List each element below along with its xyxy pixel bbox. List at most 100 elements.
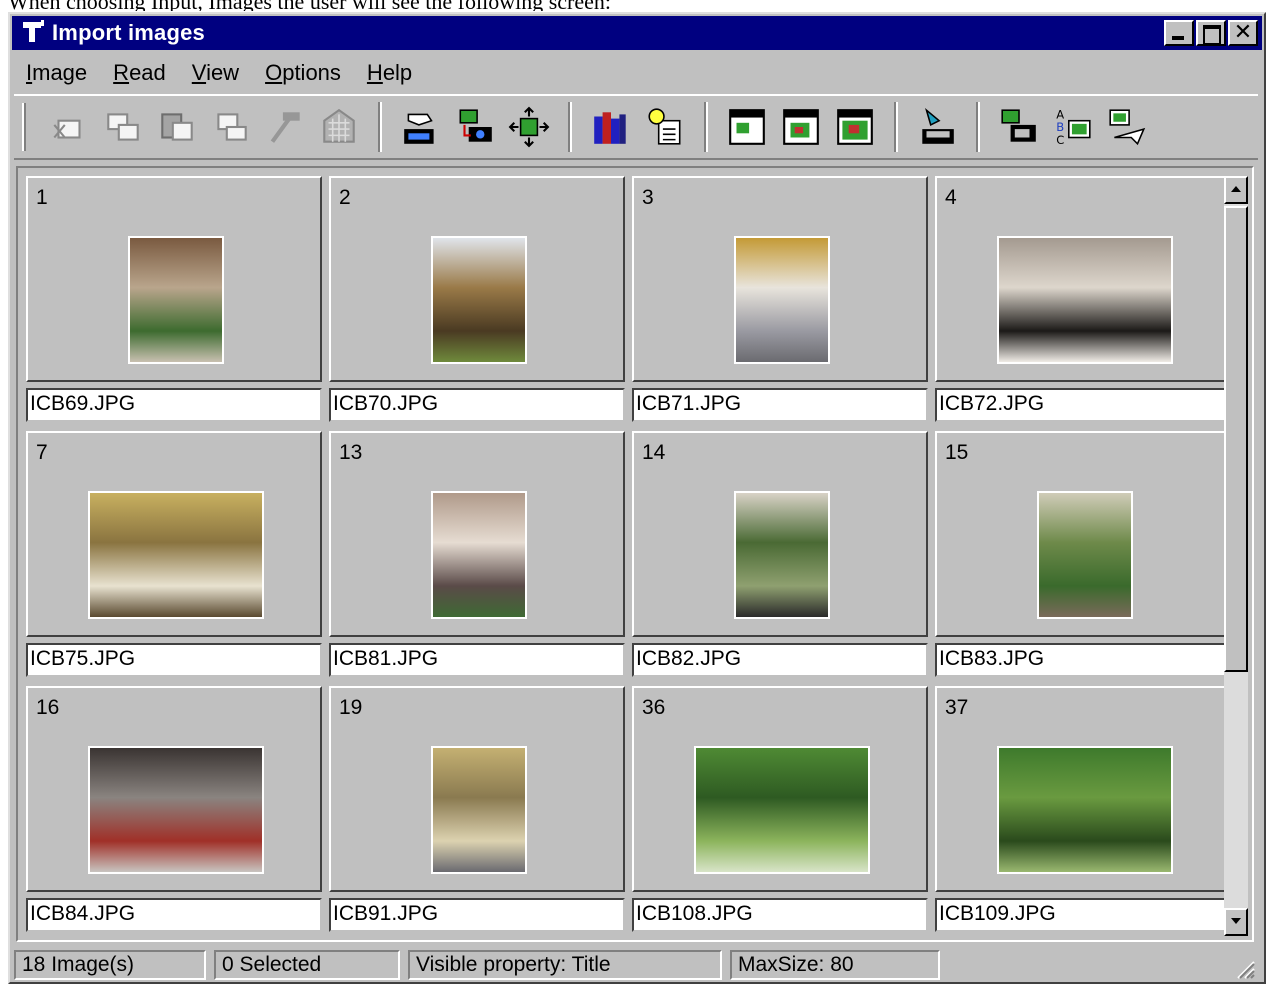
- window-small-icon[interactable]: [726, 106, 768, 148]
- menu-options[interactable]: Options: [251, 60, 353, 86]
- thumbnail-frame[interactable]: 1: [26, 176, 322, 382]
- toolbar: ABC: [14, 94, 1258, 160]
- thumbnail-item[interactable]: 37 ICB109.JPG: [935, 686, 1231, 938]
- photo-thumbnail[interactable]: [734, 491, 830, 619]
- send-plane-icon[interactable]: [1106, 106, 1148, 148]
- image-number: 3: [642, 186, 654, 209]
- vertical-scrollbar[interactable]: [1224, 176, 1248, 936]
- thumbnail-item[interactable]: 2 ICB70.JPG: [329, 176, 625, 428]
- thumbnail-frame[interactable]: 37: [935, 686, 1231, 892]
- thumbnail-item[interactable]: 1 ICB69.JPG: [26, 176, 322, 428]
- filename-field[interactable]: ICB84.JPG: [26, 898, 322, 932]
- thumbnail-frame[interactable]: 3: [632, 176, 928, 382]
- close-button[interactable]: ✕: [1228, 20, 1258, 46]
- image-number: 36: [642, 696, 666, 719]
- toolbar-separator: [894, 102, 898, 152]
- thumbnail-frame[interactable]: 13: [329, 431, 625, 637]
- title-bar[interactable]: Import images ✕: [12, 16, 1262, 50]
- image-number: 1: [36, 186, 48, 209]
- abc-sort-icon[interactable]: ABC: [1052, 106, 1094, 148]
- filename-field[interactable]: ICB75.JPG: [26, 643, 322, 677]
- photo-thumbnail[interactable]: [88, 746, 264, 874]
- filename-field[interactable]: ICB109.JPG: [935, 898, 1231, 932]
- thumbnail-item[interactable]: 16 ICB84.JPG: [26, 686, 322, 938]
- thumbnail-frame[interactable]: 14: [632, 431, 928, 637]
- thumbnail-frame[interactable]: 4: [935, 176, 1231, 382]
- thumbnail-item[interactable]: 14 ICB82.JPG: [632, 431, 928, 683]
- thumbnail-grid: 1 ICB69.JPG 2 ICB70.JPG 3 ICB71.JPG 4 ICB72.JPG…: [26, 176, 1231, 932]
- photo-thumbnail[interactable]: [88, 491, 264, 619]
- filename-field[interactable]: ICB72.JPG: [935, 388, 1231, 422]
- fit-crosshair-icon[interactable]: [508, 106, 550, 148]
- thumbnail-frame[interactable]: 15: [935, 431, 1231, 637]
- camera-export-icon[interactable]: [998, 106, 1040, 148]
- image-number: 7: [36, 441, 48, 464]
- image-number: 15: [945, 441, 969, 464]
- filename-field[interactable]: ICB81.JPG: [329, 643, 625, 677]
- photo-thumbnail[interactable]: [431, 236, 527, 364]
- menu-read[interactable]: Read: [99, 60, 178, 86]
- photo-thumbnail[interactable]: [431, 491, 527, 619]
- filename-field[interactable]: ICB70.JPG: [329, 388, 625, 422]
- camera-import-icon[interactable]: [454, 106, 496, 148]
- thumbnail-item[interactable]: 36 ICB108.JPG: [632, 686, 928, 938]
- scroll-up-button[interactable]: [1224, 176, 1248, 204]
- filename-field[interactable]: ICB82.JPG: [632, 643, 928, 677]
- thumbnail-frame[interactable]: 16: [26, 686, 322, 892]
- photo-thumbnail[interactable]: [1037, 491, 1133, 619]
- photo-thumbnail[interactable]: [734, 236, 830, 364]
- thumbnail-frame[interactable]: 19: [329, 686, 625, 892]
- scanner-hand-icon[interactable]: [400, 106, 442, 148]
- photo-thumbnail[interactable]: [997, 746, 1173, 874]
- filename-field[interactable]: ICB71.JPG: [632, 388, 928, 422]
- filename-field[interactable]: ICB69.JPG: [26, 388, 322, 422]
- grid-filter-icon[interactable]: [318, 106, 360, 148]
- photo-thumbnail[interactable]: [431, 746, 527, 874]
- thumbnail-item[interactable]: 7 ICB75.JPG: [26, 431, 322, 683]
- maximize-button[interactable]: [1196, 20, 1226, 46]
- status-visible-property: Visible property: Title: [408, 950, 722, 980]
- minimize-button[interactable]: [1164, 20, 1194, 46]
- filter-funnel-icon: [18, 18, 48, 48]
- export-tray-icon[interactable]: [916, 106, 958, 148]
- toolbar-grip[interactable]: [22, 103, 26, 151]
- photo-thumbnail[interactable]: [128, 236, 224, 364]
- filename-field[interactable]: ICB108.JPG: [632, 898, 928, 932]
- status-selected-count: 0 Selected: [214, 950, 400, 980]
- image-number: 14: [642, 441, 666, 464]
- thumbnail-item[interactable]: 15 ICB83.JPG: [935, 431, 1231, 683]
- menu-view[interactable]: View: [178, 60, 251, 86]
- window-controls: ✕: [1162, 20, 1258, 46]
- filename-field[interactable]: ICB91.JPG: [329, 898, 625, 932]
- menu-image[interactable]: Image: [12, 60, 99, 86]
- image-number: 19: [339, 696, 363, 719]
- menu-bar: Image Read View Options Help: [12, 54, 1262, 92]
- copy-image-icon[interactable]: [102, 106, 144, 148]
- thumbnail-item[interactable]: 4 ICB72.JPG: [935, 176, 1231, 428]
- photo-thumbnail[interactable]: [694, 746, 870, 874]
- delete-image-icon[interactable]: [210, 106, 252, 148]
- menu-help[interactable]: Help: [353, 60, 424, 86]
- photo-thumbnail[interactable]: [997, 236, 1173, 364]
- filename-field[interactable]: ICB83.JPG: [935, 643, 1231, 677]
- thumbnail-frame[interactable]: 36: [632, 686, 928, 892]
- cut-image-icon[interactable]: [48, 106, 90, 148]
- thumbnail-item[interactable]: 19 ICB91.JPG: [329, 686, 625, 938]
- window-medium-icon[interactable]: [780, 106, 822, 148]
- toolbar-separator: [704, 102, 708, 152]
- books-icon[interactable]: [590, 106, 632, 148]
- window-large-icon[interactable]: [834, 106, 876, 148]
- thumbnail-frame[interactable]: 2: [329, 176, 625, 382]
- scroll-down-button[interactable]: [1224, 908, 1248, 936]
- tools-hammer-icon[interactable]: [264, 106, 306, 148]
- paste-image-icon[interactable]: [156, 106, 198, 148]
- thumbnail-item[interactable]: 13 ICB81.JPG: [329, 431, 625, 683]
- thumbnail-item[interactable]: 3 ICB71.JPG: [632, 176, 928, 428]
- image-number: 16: [36, 696, 60, 719]
- idea-document-icon[interactable]: [644, 106, 686, 148]
- image-number: 37: [945, 696, 969, 719]
- resize-grip-icon[interactable]: [1234, 958, 1256, 980]
- thumbnail-frame[interactable]: 7: [26, 431, 322, 637]
- status-bar: 18 Image(s) 0 Selected Visible property:…: [14, 948, 1260, 982]
- scroll-thumb[interactable]: [1224, 206, 1248, 672]
